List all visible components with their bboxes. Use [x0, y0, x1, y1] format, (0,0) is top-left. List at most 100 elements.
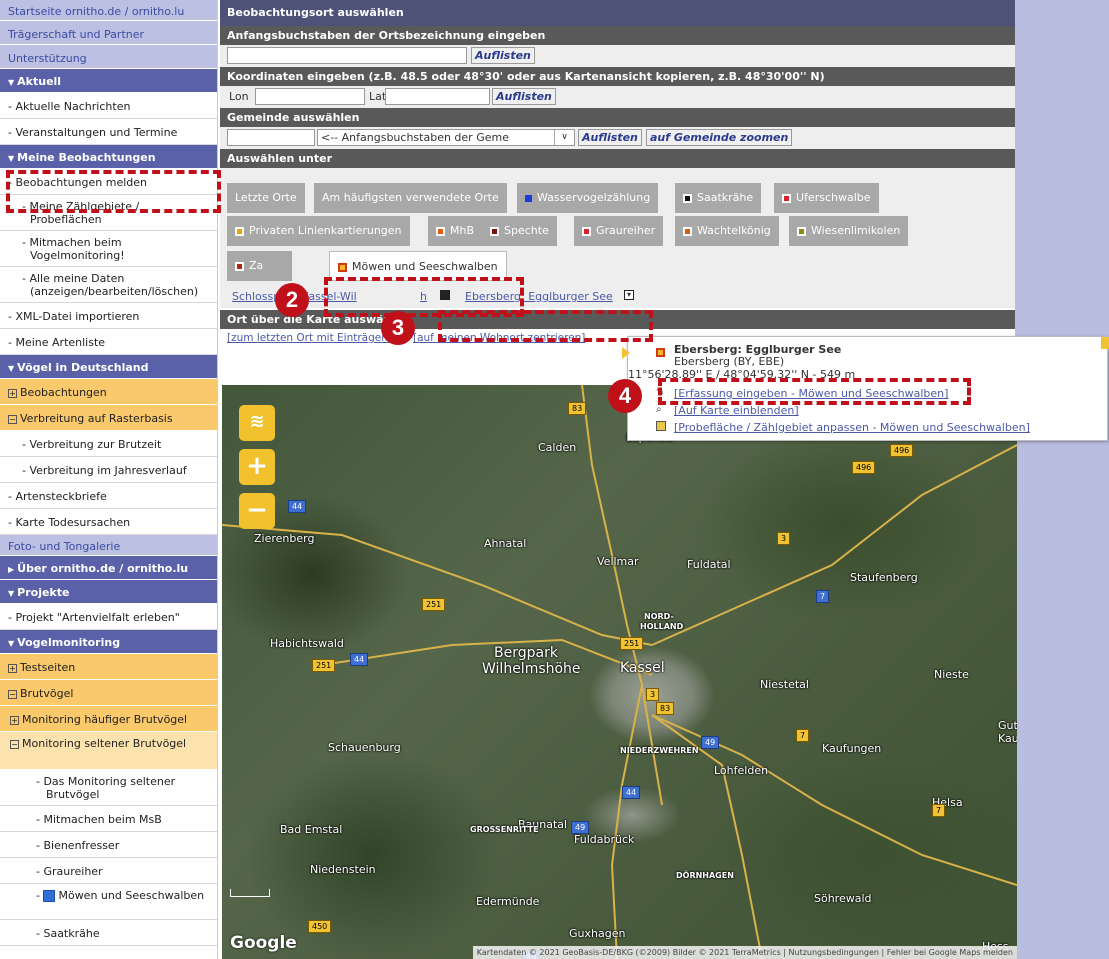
sidebar-item-jahresverlauf[interactable]: - Verbreitung im Jahresverlauf	[0, 457, 217, 483]
map-label: Söhrewald	[814, 892, 872, 905]
road-shield: 7	[796, 729, 810, 742]
square-icon	[235, 261, 244, 271]
zoom-in-button[interactable]: +	[239, 449, 275, 485]
sidebar-item-testseiten[interactable]: + Testseiten	[0, 654, 217, 680]
sidebar-item-artenvielfalt[interactable]: - Projekt "Artenvielfalt erleben"	[0, 604, 217, 630]
list-button-gemeinde[interactable]: Auflisten	[578, 129, 642, 146]
map-label: Bergpark	[494, 645, 558, 661]
sidebar-item-graureiher[interactable]: - Graureiher	[0, 858, 217, 884]
sidebar-item-todesursachen[interactable]: - Karte Todesursachen	[0, 509, 217, 535]
chip-linienkartierungen[interactable]: Privaten Linienkartierungen	[227, 216, 410, 246]
sidebar-item-bienenfresser[interactable]: - Bienenfresser	[0, 832, 217, 858]
sidebar-item-xml-import[interactable]: - XML-Datei importieren	[0, 303, 217, 329]
gemeinde-select[interactable]: <-- Anfangsbuchstaben der Geme ∨	[317, 129, 575, 146]
sidebar-item-monitoring-join[interactable]: - Mitmachen beim Vogelmonitoring!	[0, 231, 217, 267]
map-label: Wilhelmshöhe	[482, 661, 581, 677]
chip-label: Graureiher	[596, 224, 656, 237]
sidebar-item-steckbriefe[interactable]: - Artensteckbriefe	[0, 483, 217, 509]
sidebar-section-meine[interactable]: ▼ Meine Beobachtungen	[0, 145, 217, 169]
section-title: Meine Beobachtungen	[17, 151, 156, 164]
map-label: NORD-	[644, 612, 674, 621]
item-label: Monitoring seltener Brutvögel	[22, 737, 187, 750]
chip-wiesenlimikolen[interactable]: Wiesenlimikolen	[789, 216, 909, 246]
zoom-out-button[interactable]: −	[239, 493, 275, 529]
sidebar-link-gallery[interactable]: Foto- und Tongalerie	[0, 535, 217, 556]
sidebar-link-partner[interactable]: Trägerschaft und Partner	[0, 21, 217, 45]
popup-pointer-icon	[622, 347, 630, 359]
map-label: HOLLAND	[640, 622, 684, 631]
sidebar-link-home[interactable]: Startseite ornitho.de / ornitho.lu	[0, 0, 217, 21]
item-label: Verbreitung auf Rasterbasis	[20, 412, 173, 425]
sidebar-item-brutvoegel[interactable]: − Brutvögel	[0, 680, 217, 706]
road-shield: 7	[816, 590, 830, 603]
chip-spechte[interactable]: Spechte	[482, 216, 557, 246]
map-label: Kaufungen	[822, 742, 882, 755]
sidebar-item-moewen[interactable]: - Möwen und Seeschwalben	[0, 884, 217, 920]
sidebar-item-raster[interactable]: − Verbreitung auf Rasterbasis	[0, 405, 217, 431]
section-gemeinde: Gemeinde auswählen	[220, 108, 1015, 127]
chip-uferschwalbe[interactable]: Uferschwalbe	[774, 183, 879, 213]
chip-label: Wasservogelzählung	[537, 191, 651, 204]
popup-link-probeflaeche[interactable]: [Probefläche / Zählgebiet anpassen - Möw…	[674, 421, 1030, 434]
chip-wachtelkoenig[interactable]: Wachtelkönig	[675, 216, 779, 246]
chevron-down-icon: ∨	[554, 130, 574, 145]
sidebar-item-selten[interactable]: − Monitoring seltener Brutvögel	[0, 732, 217, 770]
map-view[interactable]: ≋ + − Calden Espenau Zierenberg Ahnatal …	[222, 385, 1017, 959]
sidebar-link-support[interactable]: Unterstützung	[0, 45, 217, 69]
close-icon[interactable]	[1101, 337, 1109, 349]
layers-button[interactable]: ≋	[239, 405, 275, 441]
lon-input[interactable]	[255, 88, 365, 105]
name-search-input[interactable]	[227, 47, 467, 64]
item-label: Testseiten	[20, 661, 76, 674]
map-link-last-place[interactable]: [zum letzten Ort mit Einträgen]	[227, 332, 392, 344]
zoom-gemeinde-button[interactable]: auf Gemeinde zoomen	[646, 129, 793, 146]
section-title: Über ornitho.de / ornitho.lu	[17, 562, 189, 575]
popup-link-map[interactable]: [Auf Karte einblenden]	[674, 404, 799, 417]
map-label: Kau	[998, 732, 1017, 745]
annotation-badge-4: 4	[608, 379, 642, 413]
sidebar-section-monitoring[interactable]: ▼ Vogelmonitoring	[0, 630, 217, 654]
annotation-badge-3: 3	[381, 311, 415, 345]
popup-subtitle: Ebersberg (BY, EBE)	[674, 355, 785, 368]
chip-wasservogel[interactable]: Wasservogelzählung	[517, 183, 659, 213]
map-label: Kassel	[620, 660, 665, 676]
dropdown-arrow-icon[interactable]: ▾	[624, 290, 634, 300]
sidebar-item-events[interactable]: - Veranstaltungen und Termine	[0, 119, 217, 145]
map-label: Vellmar	[597, 555, 639, 568]
sidebar-item-news[interactable]: - Aktuelle Nachrichten	[0, 93, 217, 119]
sidebar-item-saatkraehe[interactable]: - Saatkrähe	[0, 920, 217, 946]
list-button-name[interactable]: Auflisten	[471, 47, 535, 64]
chip-saatkraehe[interactable]: Saatkrähe	[675, 183, 762, 213]
map-attribution[interactable]: Kartendaten © 2021 GeoBasis-DE/BKG (©200…	[472, 946, 1017, 959]
sidebar-item-haeufig[interactable]: + Monitoring häufiger Brutvögel	[0, 706, 217, 732]
sidebar-item-my-data[interactable]: - Alle meine Daten (anzeigen/bearbeiten/…	[0, 267, 217, 303]
list-button-coords[interactable]: Auflisten	[492, 88, 556, 105]
map-label: Staufenberg	[850, 571, 918, 584]
lat-input[interactable]	[385, 88, 490, 105]
map-scale-bar	[230, 889, 270, 897]
section-select-under: Auswählen unter	[220, 149, 1015, 168]
chip-graureiher[interactable]: Graureiher	[574, 216, 664, 246]
square-icon	[782, 193, 791, 203]
chip-letzte-orte[interactable]: Letzte Orte	[227, 183, 305, 213]
sidebar-item-species-list[interactable]: - Meine Artenliste	[0, 329, 217, 355]
sidebar-item-msb-info[interactable]: - Das Monitoring seltener Brutvögel	[0, 770, 217, 806]
sidebar-section-projekte[interactable]: ▼ Projekte	[0, 580, 217, 604]
chip-mhb[interactable]: MhB	[428, 216, 483, 246]
sidebar-section-voegel[interactable]: ▼ Vögel in Deutschland	[0, 355, 217, 379]
chip-haeufigste-orte[interactable]: Am häufigsten verwendete Orte	[314, 183, 507, 213]
sidebar-section-ueber[interactable]: ▶ Über ornitho.de / ornitho.lu	[0, 556, 217, 580]
sidebar-item-msb-join[interactable]: - Mitmachen beim MsB	[0, 806, 217, 832]
sidebar-item-beobachtungen[interactable]: + Beobachtungen	[0, 379, 217, 405]
map-label: GROSSENRITTE	[470, 825, 539, 834]
square-icon	[683, 193, 692, 203]
gemeinde-input[interactable]	[227, 129, 315, 146]
map-label: Fuldatal	[687, 558, 731, 571]
sidebar-item-brutzeit[interactable]: - Verbreitung zur Brutzeit	[0, 431, 217, 457]
sidebar-section-aktuell[interactable]: ▼ Aktuell	[0, 69, 217, 93]
select-value: <-- Anfangsbuchstaben der Geme	[321, 131, 509, 144]
map-label: Ahnatal	[484, 537, 527, 550]
road-shield: 49	[571, 821, 590, 834]
chip-za[interactable]: Za	[227, 251, 292, 281]
chip-label: Saatkrähe	[697, 191, 754, 204]
